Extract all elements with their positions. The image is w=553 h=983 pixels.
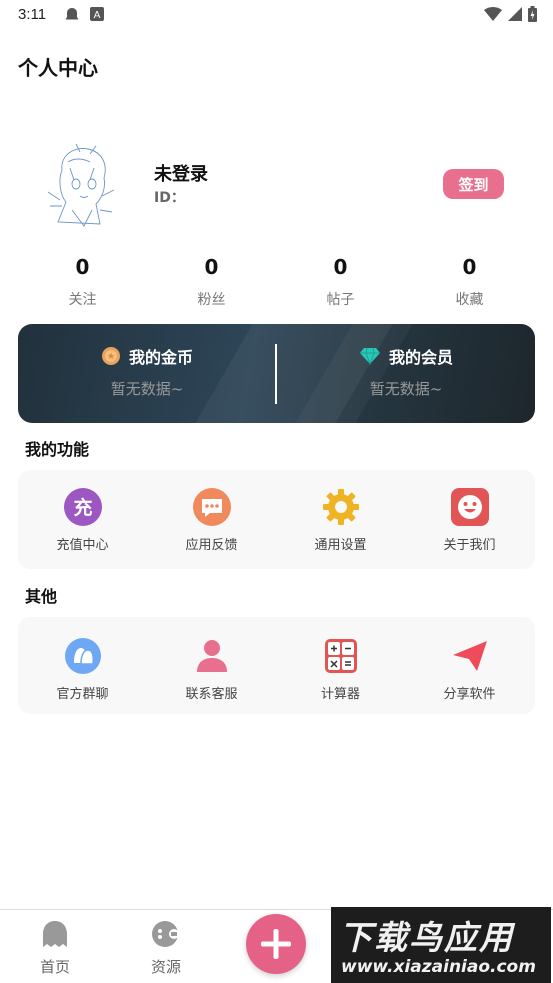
coins-value: 暂无数据~ [110,380,184,398]
status-time: 3:11 [18,6,47,23]
feedback-icon [192,488,231,526]
nav-label: 首页 [39,958,70,976]
stat-label: 粉丝 [197,292,226,308]
wifi-icon [484,7,502,21]
my-coins[interactable]: 我的金币 暂无数据~ [18,344,276,399]
functions-title: 我的功能 [25,440,90,459]
panel-label: 分享软件 [443,687,496,702]
group-chat-icon [64,638,101,674]
svg-text:A: A [94,10,101,21]
ghost-home-icon [43,921,67,947]
vip-title: 我的会员 [388,348,453,367]
user-id: ID： [154,190,185,206]
wallet-card: 我的金币 暂无数据~ 我的会员 暂无数据~ [18,324,535,423]
feedback-item[interactable]: 应用反馈 [147,488,276,569]
stat-label: 关注 [68,292,97,308]
panel-label: 计算器 [320,687,360,702]
stat-value: 0 [462,255,477,279]
panel-label: 关于我们 [443,538,496,553]
send-icon [452,641,487,671]
game-resources-icon [152,921,179,947]
page-title: 个人中心 [18,56,98,80]
nav-home[interactable]: 首页 [20,920,90,977]
nav-resources[interactable]: 资源 [131,920,201,977]
ghost-notification-icon [65,8,79,20]
coins-title: 我的金币 [128,348,193,367]
others-panel: 官方群聊 联系客服 计算器 分享软件 [18,617,535,714]
others-title: 其他 [25,587,58,606]
watermark-url: www.xiazainiao.com [341,957,536,977]
avatar[interactable] [40,140,120,230]
stat-favorites[interactable]: 0 收藏 [405,255,534,309]
recharge-icon: 充 [63,488,102,526]
stat-label: 收藏 [455,292,484,308]
panel-label: 官方群聊 [56,687,109,702]
customer-service-icon [196,640,227,672]
share-app-item[interactable]: 分享软件 [405,637,534,714]
functions-panel: 充 充值中心 应用反馈 通用设置 关于我们 [18,470,535,569]
app-a-icon: A [90,7,104,21]
stat-fans[interactable]: 0 粉丝 [147,255,276,309]
signal-icon [508,7,522,21]
calculator-item[interactable]: 计算器 [276,637,405,714]
smile-icon [450,488,489,526]
coin-icon [101,347,120,365]
stat-value: 0 [75,255,90,279]
user-name[interactable]: 未登录 [154,160,208,186]
customer-service-item[interactable]: 联系客服 [147,637,276,714]
stat-posts[interactable]: 0 帖子 [276,255,405,309]
settings-item[interactable]: 通用设置 [276,488,405,569]
official-group-item[interactable]: 官方群聊 [18,637,147,714]
status-right-icons [484,6,537,22]
stat-following[interactable]: 0 关注 [18,255,147,309]
panel-label: 联系客服 [185,687,238,702]
diamond-icon [359,347,380,365]
about-us-item[interactable]: 关于我们 [405,488,534,569]
panel-label: 应用反馈 [185,538,238,553]
vip-value: 暂无数据~ [369,380,443,398]
panel-label: 通用设置 [314,538,367,553]
stats-row: 0 关注 0 粉丝 0 帖子 0 收藏 [18,255,534,309]
watermark-logo: 下载鸟应用 www.xiazainiao.com [331,907,551,983]
stat-value: 0 [333,255,348,279]
stat-label: 帖子 [326,292,355,308]
add-button[interactable] [246,914,306,974]
battery-icon [528,6,537,22]
my-vip[interactable]: 我的会员 暂无数据~ [277,344,535,399]
recharge-center-item[interactable]: 充 充值中心 [18,488,147,569]
checkin-button[interactable]: 签到 [443,169,504,199]
status-bar: 3:11 A [0,0,553,30]
calculator-icon [324,639,357,673]
gear-icon [322,489,359,525]
stat-value: 0 [204,255,219,279]
status-left-icons: A [64,7,104,23]
nav-label: 资源 [150,958,181,976]
panel-label: 充值中心 [56,538,109,553]
watermark-title: 下载鸟应用 [339,918,514,957]
recharge-icon-text: 充 [73,496,92,519]
